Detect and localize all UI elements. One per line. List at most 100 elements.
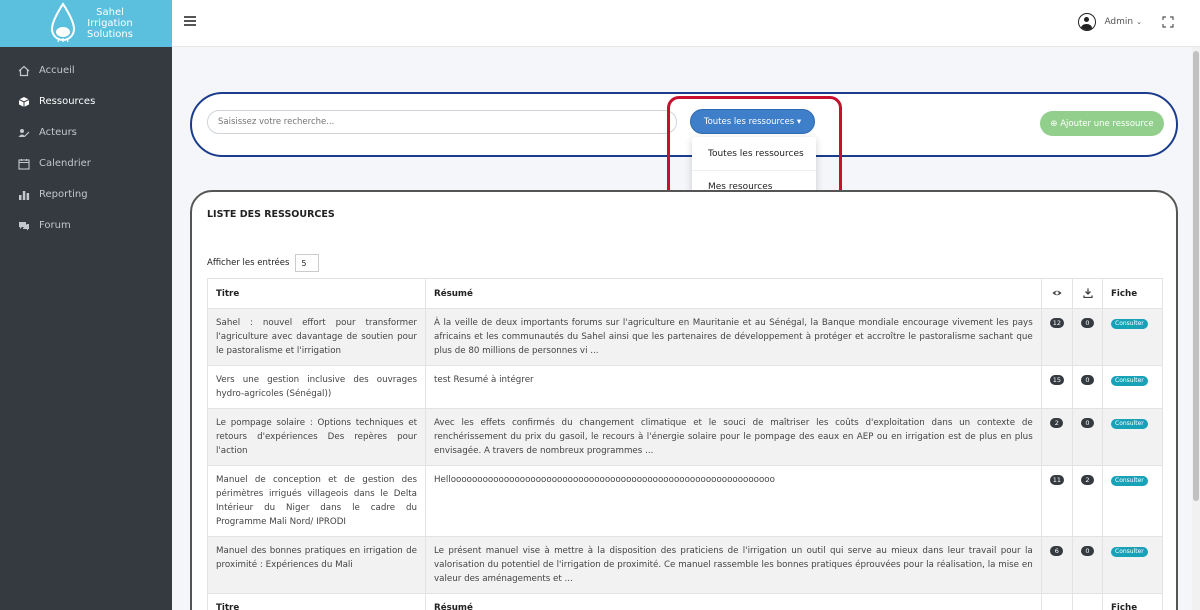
downloads-badge: 0 bbox=[1081, 418, 1094, 428]
cell-views: 15 bbox=[1040, 365, 1074, 409]
column-header-resume[interactable]: Résumé bbox=[425, 278, 1042, 309]
cell-titre: Manuel de conception et de gestion des p… bbox=[207, 465, 426, 537]
sidebar-item-label: Forum bbox=[39, 220, 71, 231]
footer-header-resume: Résumé bbox=[425, 593, 1042, 610]
home-icon bbox=[18, 65, 30, 77]
cell-views: 12 bbox=[1040, 308, 1074, 366]
sidebar-item-label: Calendrier bbox=[39, 158, 91, 169]
resource-list-card: LISTE DES RESSOURCES Afficher les entrée… bbox=[190, 190, 1178, 610]
cube-icon bbox=[18, 96, 30, 108]
table-row: Sahel : nouvel effort pour transformer l… bbox=[207, 308, 1163, 366]
search-panel: Toutes les ressources ▾ ⊕ Ajouter une re… bbox=[190, 92, 1178, 157]
table-footer-row: Titre Résumé Fiche bbox=[207, 593, 1163, 610]
scrollbar-thumb[interactable] bbox=[1193, 51, 1199, 501]
downloads-badge: 0 bbox=[1081, 546, 1094, 556]
footer-header-titre: Titre bbox=[207, 593, 426, 610]
user-avatar-icon bbox=[1078, 13, 1097, 31]
cell-resume: Le présent manuel vise à mettre à la dis… bbox=[425, 536, 1042, 594]
table-row: Vers une gestion inclusive des ouvrages … bbox=[207, 365, 1163, 409]
views-badge: 15 bbox=[1049, 375, 1064, 385]
views-badge: 6 bbox=[1050, 546, 1064, 556]
column-header-titre[interactable]: Titre bbox=[207, 278, 426, 309]
sidebar-item-accueil[interactable]: Accueil bbox=[0, 55, 172, 86]
views-badge: 2 bbox=[1050, 418, 1064, 428]
water-drop-logo-icon bbox=[50, 2, 76, 43]
comments-icon bbox=[18, 220, 30, 232]
cell-downloads: 2 bbox=[1072, 465, 1103, 537]
brand-line-1: Sahel bbox=[96, 7, 124, 18]
cell-downloads: 0 bbox=[1072, 408, 1103, 466]
search-input[interactable] bbox=[207, 110, 677, 134]
brand[interactable]: Sahel Irrigation Solutions bbox=[0, 0, 172, 47]
cell-resume: test Resumé à intégrer bbox=[425, 365, 1042, 409]
cell-resume: Avec les effets confirmés du changement … bbox=[425, 408, 1042, 466]
entries-select[interactable]: 5 bbox=[295, 254, 320, 272]
cell-titre: Sahel : nouvel effort pour transformer l… bbox=[207, 308, 426, 366]
brand-name: Sahel Irrigation Solutions bbox=[84, 7, 136, 40]
entries-control: Afficher les entrées 5 bbox=[207, 254, 320, 272]
page-scrollbar[interactable] bbox=[1192, 47, 1200, 610]
sidebar-item-acteurs[interactable]: Acteurs bbox=[0, 117, 172, 148]
chevron-down-icon: ⌄ bbox=[1136, 18, 1142, 26]
downloads-badge: 0 bbox=[1081, 318, 1094, 328]
views-badge: 12 bbox=[1049, 318, 1064, 328]
cell-downloads: 0 bbox=[1072, 308, 1103, 366]
fullscreen-icon[interactable] bbox=[1162, 16, 1174, 28]
consult-button[interactable]: Consulter bbox=[1111, 419, 1148, 429]
sidebar-item-ressources[interactable]: Ressources bbox=[0, 86, 172, 117]
footer-views-header bbox=[1040, 593, 1074, 610]
calendar-icon bbox=[18, 158, 30, 170]
list-title: LISTE DES RESSOURCES bbox=[207, 209, 335, 220]
column-header-views[interactable] bbox=[1040, 278, 1074, 309]
cell-resume: À la veille de deux importants forums su… bbox=[425, 308, 1042, 366]
sidebar-item-forum[interactable]: Forum bbox=[0, 210, 172, 241]
sidebar-item-label: Ressources bbox=[39, 96, 96, 107]
brand-line-3: Solutions bbox=[87, 29, 133, 40]
sidebar-item-label: Reporting bbox=[39, 189, 88, 200]
downloads-badge: 2 bbox=[1081, 475, 1094, 485]
sidebar-item-label: Acteurs bbox=[39, 127, 77, 138]
sidebar-item-label: Accueil bbox=[39, 65, 75, 76]
consult-button[interactable]: Consulter bbox=[1111, 547, 1148, 557]
cell-titre: Vers une gestion inclusive des ouvrages … bbox=[207, 365, 426, 409]
column-header-downloads[interactable] bbox=[1072, 278, 1103, 309]
cell-titre: Le pompage solaire : Options techniques … bbox=[207, 408, 426, 466]
entries-label: Afficher les entrées bbox=[207, 258, 290, 268]
cell-views: 6 bbox=[1040, 536, 1074, 594]
table-row: Le pompage solaire : Options techniques … bbox=[207, 408, 1163, 466]
resource-table: Titre Résumé Fiche Sahel : nouvel effort… bbox=[207, 278, 1163, 610]
hamburger-menu-icon[interactable] bbox=[184, 16, 196, 28]
footer-downloads-header bbox=[1072, 593, 1103, 610]
eye-icon bbox=[1052, 291, 1062, 296]
cell-views: 2 bbox=[1040, 408, 1074, 466]
menu-item-all-resources[interactable]: Toutes les ressources bbox=[692, 137, 816, 170]
views-badge: 11 bbox=[1049, 475, 1064, 485]
table-header-row: Titre Résumé Fiche bbox=[207, 278, 1163, 309]
cell-downloads: 0 bbox=[1072, 365, 1103, 409]
cell-views: 11 bbox=[1040, 465, 1074, 537]
consult-button[interactable]: Consulter bbox=[1111, 476, 1148, 486]
cell-fiche: Consulter bbox=[1102, 365, 1163, 409]
table-row: Manuel de conception et de gestion des p… bbox=[207, 465, 1163, 537]
brand-line-2: Irrigation bbox=[87, 18, 133, 29]
add-resource-button[interactable]: ⊕ Ajouter une ressource bbox=[1040, 111, 1164, 136]
cell-resume: Helloooooooooooooooooooooooooooooooooooo… bbox=[425, 465, 1042, 537]
user-menu[interactable]: Admin ⌄ bbox=[1078, 13, 1142, 31]
sidebar-item-reporting[interactable]: Reporting bbox=[0, 179, 172, 210]
cell-fiche: Consulter bbox=[1102, 408, 1163, 466]
resource-filter-dropdown-button[interactable]: Toutes les ressources ▾ bbox=[690, 109, 815, 134]
top-header: Admin ⌄ bbox=[172, 0, 1200, 47]
sidebar-nav: Accueil Ressources Acteurs Calendrier Re… bbox=[0, 55, 172, 241]
users-icon bbox=[18, 127, 30, 139]
column-header-fiche[interactable]: Fiche bbox=[1102, 278, 1163, 309]
cell-titre: Manuel des bonnes pratiques en irrigatio… bbox=[207, 536, 426, 594]
cell-fiche: Consulter bbox=[1102, 465, 1163, 537]
cell-fiche: Consulter bbox=[1102, 308, 1163, 366]
sidebar-item-calendrier[interactable]: Calendrier bbox=[0, 148, 172, 179]
bar-chart-icon bbox=[18, 189, 30, 201]
downloads-badge: 0 bbox=[1081, 375, 1094, 385]
consult-button[interactable]: Consulter bbox=[1111, 319, 1148, 329]
sidebar: Sahel Irrigation Solutions Accueil Resso… bbox=[0, 0, 172, 610]
consult-button[interactable]: Consulter bbox=[1111, 376, 1148, 386]
footer-header-fiche: Fiche bbox=[1102, 593, 1163, 610]
